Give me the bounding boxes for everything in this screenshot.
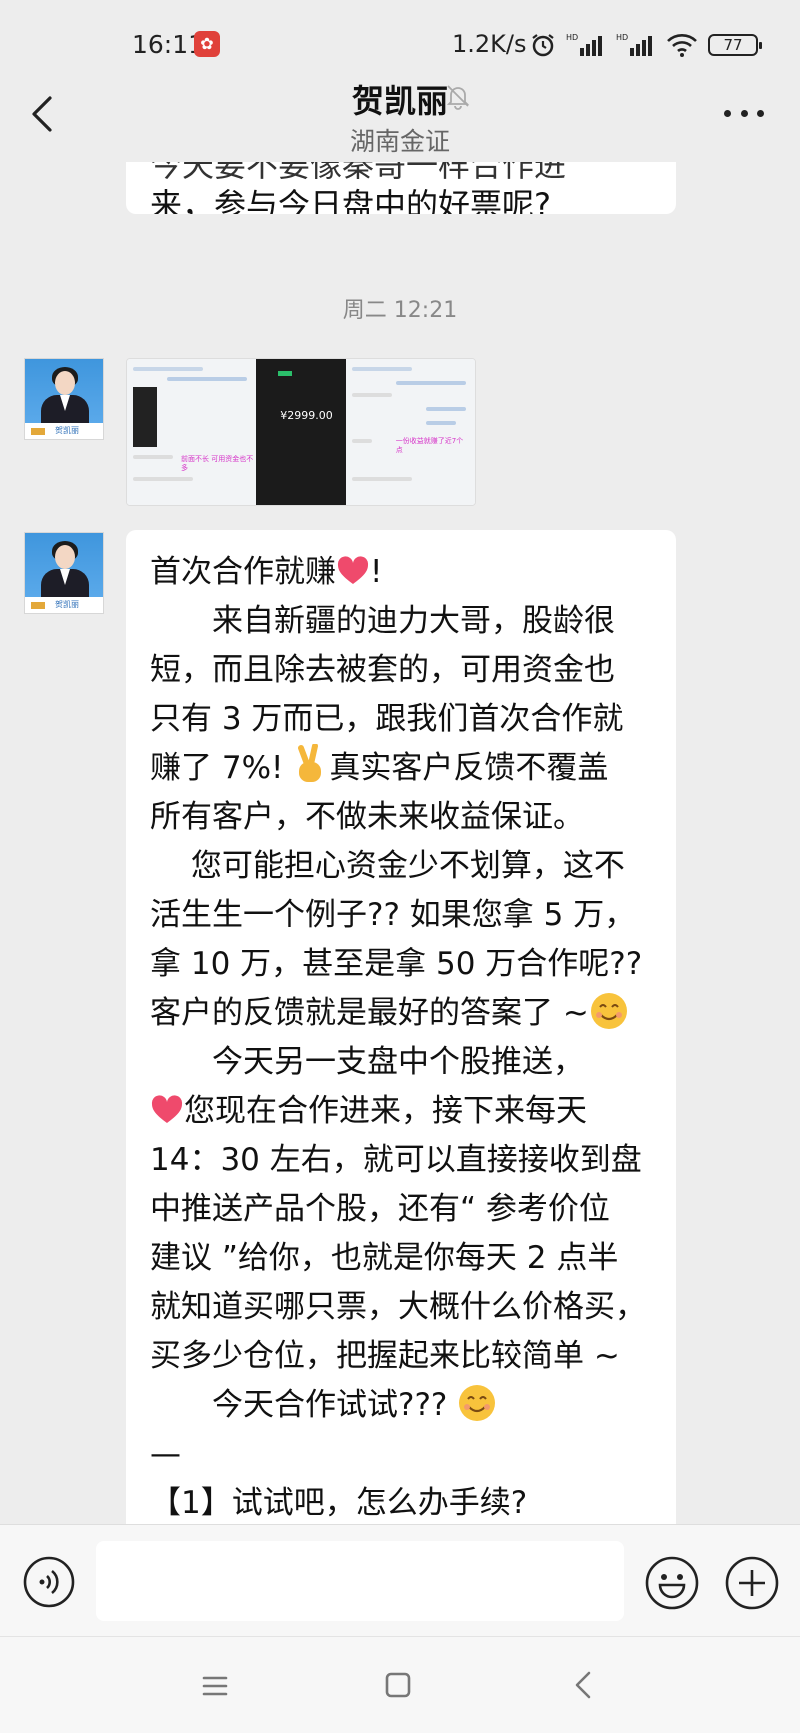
emoji-icon[interactable] [644,1555,700,1611]
status-icons: HD HD 77 [530,30,762,60]
hd-signal-icon: HD [566,33,602,56]
alarm-icon [532,34,554,57]
menu-icon[interactable] [200,1671,230,1701]
image-price: ¥2999.00 [280,409,333,422]
avatar-caption: 贺凯丽 [25,597,103,613]
message-line: 买多少仓位，把握起来比较简单 ~ [150,1338,620,1374]
heart-emoji-icon [337,556,369,584]
message-timestamp: 周二 12:21 [342,298,458,323]
image-note: 前面不长 可用资金也不多 [181,455,254,472]
message-line: 建议 ”给你，也就是你每天 2 点半 [150,1240,619,1276]
message-bubble[interactable]: 首次合作就赚! 来自新疆的迪力大哥，股龄很 短，而且除去被套的，可用资金也 只有… [126,530,676,1524]
chat-subtitle: 湖南金证 [349,127,450,156]
network-speed: 1.2K/s [452,30,527,58]
message-line: 今天要不要像秦哥一样合作进 [150,162,567,184]
message-line: 14：30 左右，就可以直接接收到盘 [150,1142,642,1178]
message-line: 首次合作就赚! [150,554,383,590]
message-bubble[interactable]: 今天要不要像秦哥一样合作进 来，参与今日盘中的好票呢? [126,162,676,214]
mute-bell-icon [446,85,470,110]
message-line: 客户的反馈就是最好的答案了 ~ [150,989,656,1038]
message-line: 赚了 7%! 真实客户反馈不覆盖 [150,744,656,793]
message-line: 今天合作试试??? [150,1381,656,1430]
message-line: — [150,1436,181,1472]
chat-area[interactable]: 今天要不要像秦哥一样合作进 来，参与今日盘中的好票呢? 周二 12:21 贺凯丽… [0,162,800,1524]
message-line: 活生生一个例子?? 如果您拿 5 万， [150,897,636,933]
notification-flower-icon: ✿ [194,31,220,57]
back-nav-icon[interactable] [572,1669,594,1701]
screenshot-thumb: ¥2999.00 [256,359,346,505]
message-input[interactable] [96,1541,624,1621]
heart-emoji-icon [151,1095,183,1123]
message-line: 来，参与今日盘中的好票呢? [150,186,551,214]
message-line: 只有 3 万而已，跟我们首次合作就 [150,701,624,737]
chat-title: 贺凯丽 [351,82,448,120]
message-line: 中推送产品个股，还有“ 参考价位 [150,1191,610,1227]
wifi-icon [667,34,697,57]
message-line: 就知道买哪只票，大概什么价格买， [150,1289,646,1325]
image-message[interactable]: 前面不长 可用资金也不多 ¥2999.00 一份收益就赚了近7个点 [126,358,476,506]
image-note: 一份收益就赚了近7个点 [395,437,464,454]
smile-emoji-icon [459,1385,496,1421]
message-line: 所有客户，不做未来收益保证。 [150,799,584,835]
message-line: 您现在合作进来，接下来每天 [150,1087,656,1136]
message-line: 【1】试试吧，怎么办手续? [150,1485,528,1521]
avatar-caption: 贺凯丽 [25,423,103,439]
svg-text:HD: HD [616,33,628,42]
avatar[interactable]: 贺凯丽 [24,358,104,440]
message-line: 今天另一支盘中个股推送， [150,1044,584,1080]
smile-emoji-icon [590,993,627,1029]
svg-text:HD: HD [566,33,578,42]
chat-header: 贺凯丽 湖南金证 [0,66,800,162]
more-icon[interactable] [724,98,764,128]
plus-icon[interactable] [724,1555,780,1611]
victory-hand-emoji-icon [298,744,322,782]
hd-signal-icon: HD [616,33,652,56]
input-bar [0,1524,800,1636]
message-line: 来自新疆的迪力大哥，股龄很 [150,603,615,639]
screenshot-thumb: 前面不长 可用资金也不多 [127,359,257,505]
message-line: 拿 10 万，甚至是拿 50 万合作呢?? [150,946,643,982]
message-line: 您可能担心资金少不划算，这不 [150,848,625,884]
battery-icon: 77 [708,34,762,56]
avatar[interactable]: 贺凯丽 [24,532,104,614]
system-nav-bar [0,1636,800,1733]
home-icon[interactable] [384,1671,412,1699]
screenshot-thumb: 一份收益就赚了近7个点 [345,359,475,505]
voice-icon[interactable] [22,1555,76,1609]
message-line: 短，而且除去被套的，可用资金也 [150,652,615,688]
